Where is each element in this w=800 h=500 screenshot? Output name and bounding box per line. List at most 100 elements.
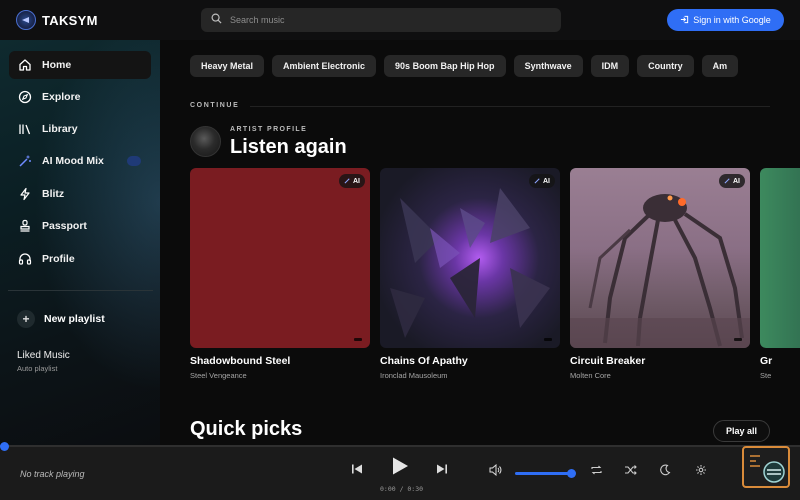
play-button[interactable] (389, 457, 411, 479)
genre-chip[interactable]: Ambient Electronic (272, 55, 377, 77)
play-all-button[interactable]: Play all (713, 420, 770, 442)
moon-icon (659, 463, 671, 481)
artist-profile-label: ARTIST PROFILE (230, 126, 308, 133)
sidebar: Home Explore Library AI Mood Mix Blitz P… (0, 40, 160, 445)
album-cover[interactable]: AI (380, 168, 560, 348)
album-cover[interactable]: AI (190, 168, 370, 348)
progress-knob[interactable] (0, 442, 9, 451)
logo-icon (16, 10, 36, 30)
sparkle-icon (534, 177, 541, 186)
sparkle-icon (724, 177, 731, 186)
repeat-button[interactable] (588, 464, 604, 480)
skip-previous-icon (351, 462, 363, 480)
ai-badge-label: AI (543, 177, 550, 185)
explicit-icon (354, 338, 362, 341)
album-cover[interactable] (760, 168, 800, 348)
album-card[interactable]: AI Shadowbound Steel Steel Vengeance (190, 168, 370, 380)
floating-assistant-widget[interactable] (742, 446, 790, 488)
app-logo[interactable]: TAKSYM (16, 10, 98, 30)
sidebar-item-ai-mood-mix[interactable]: AI Mood Mix (9, 147, 151, 175)
card-artist[interactable]: Ironclad Mausoleum (380, 371, 560, 380)
genre-chip[interactable]: Am (701, 55, 739, 77)
card-title[interactable]: Chains Of Apathy (380, 355, 560, 367)
liked-music-subtitle: Auto playlist (17, 364, 58, 373)
search-bar[interactable] (201, 8, 561, 32)
repeat-icon (590, 463, 603, 481)
genre-chip[interactable]: 90s Boom Bap Hip Hop (384, 55, 506, 77)
now-playing-text: No track playing (20, 469, 85, 479)
new-playlist-label: New playlist (44, 313, 105, 325)
main-content: Heavy Metal Ambient Electronic 90s Boom … (160, 40, 800, 445)
shuffle-icon (624, 463, 637, 481)
liked-music-playlist[interactable]: Liked Music Auto playlist (17, 350, 70, 373)
card-title[interactable]: Gr (760, 355, 800, 367)
ai-badge: AI (529, 174, 555, 188)
playback-time: 0:00 / 0:30 (380, 485, 424, 493)
section-divider (250, 106, 770, 107)
explicit-icon (734, 338, 742, 341)
album-cover[interactable]: AI (570, 168, 750, 348)
volume-button[interactable] (487, 463, 503, 480)
card-artist[interactable]: Steel Vengeance (190, 371, 370, 380)
ai-badge: AI (339, 174, 365, 188)
genre-chips: Heavy Metal Ambient Electronic 90s Boom … (190, 55, 739, 77)
sidebar-item-blitz[interactable]: Blitz (9, 180, 151, 208)
genre-chip[interactable]: Country (637, 55, 694, 77)
card-artist[interactable]: Ste (760, 371, 800, 380)
artist-avatar[interactable] (190, 126, 221, 157)
top-bar: TAKSYM Sign in with Google (0, 0, 800, 40)
home-icon (18, 58, 32, 72)
sidebar-item-explore[interactable]: Explore (9, 83, 151, 111)
sidebar-item-label: AI Mood Mix (42, 155, 104, 167)
shuffle-button[interactable] (622, 464, 638, 480)
continue-label: CONTINUE (190, 102, 240, 109)
skip-next-icon (436, 462, 448, 480)
settings-button[interactable] (693, 464, 709, 480)
next-button[interactable] (433, 462, 451, 480)
app-name: TAKSYM (42, 12, 98, 28)
signin-button[interactable]: Sign in with Google (667, 9, 784, 31)
sidebar-item-home[interactable]: Home (9, 51, 151, 79)
quick-picks-title: Quick picks (190, 418, 303, 440)
card-title[interactable]: Circuit Breaker (570, 355, 750, 367)
liked-music-title: Liked Music (17, 350, 70, 361)
album-card[interactable]: AI Circuit Breaker Molten Core (570, 168, 750, 380)
shard-art-icon (390, 188, 550, 338)
genre-chip[interactable]: Synthwave (513, 55, 583, 77)
volume-knob[interactable] (567, 469, 576, 478)
sidebar-item-label: Library (42, 123, 78, 135)
genre-chip[interactable]: IDM (590, 55, 630, 77)
playback-progress-bar[interactable] (0, 442, 800, 451)
lightning-icon (18, 187, 32, 201)
headphones-icon (18, 252, 32, 266)
album-card[interactable]: AI Chains Of Apathy Ironclad Mausoleum (380, 168, 560, 380)
sidebar-item-library[interactable]: Library (9, 115, 151, 143)
player-bar: No track playing 0:00 / 0:30 (0, 445, 800, 500)
play-icon (391, 456, 409, 481)
card-artist[interactable]: Molten Core (570, 371, 750, 380)
previous-button[interactable] (348, 462, 366, 480)
sidebar-item-label: Profile (42, 253, 75, 265)
album-card[interactable]: Gr Ste (760, 168, 800, 380)
card-title[interactable]: Shadowbound Steel (190, 355, 370, 367)
genre-chip[interactable]: Heavy Metal (190, 55, 265, 77)
login-icon (680, 15, 689, 26)
volume-slider[interactable] (515, 472, 571, 475)
sidebar-item-label: Explore (42, 91, 81, 103)
sidebar-item-passport[interactable]: Passport (9, 212, 151, 240)
sleep-timer-button[interactable] (657, 464, 673, 480)
stamp-icon (18, 219, 32, 233)
chips-fade (750, 55, 770, 77)
explicit-icon (544, 338, 552, 341)
sidebar-item-label: Blitz (42, 188, 65, 200)
new-playlist-button[interactable]: + New playlist (17, 310, 105, 328)
sidebar-divider (8, 290, 153, 291)
ai-badge: AI (719, 174, 745, 188)
search-icon (211, 11, 222, 29)
search-input[interactable] (230, 15, 530, 25)
gear-icon (695, 463, 707, 481)
section-title: Listen again (230, 136, 347, 158)
assistant-icon (750, 455, 785, 483)
sidebar-item-profile[interactable]: Profile (9, 245, 151, 273)
robot-art-icon (570, 194, 750, 348)
